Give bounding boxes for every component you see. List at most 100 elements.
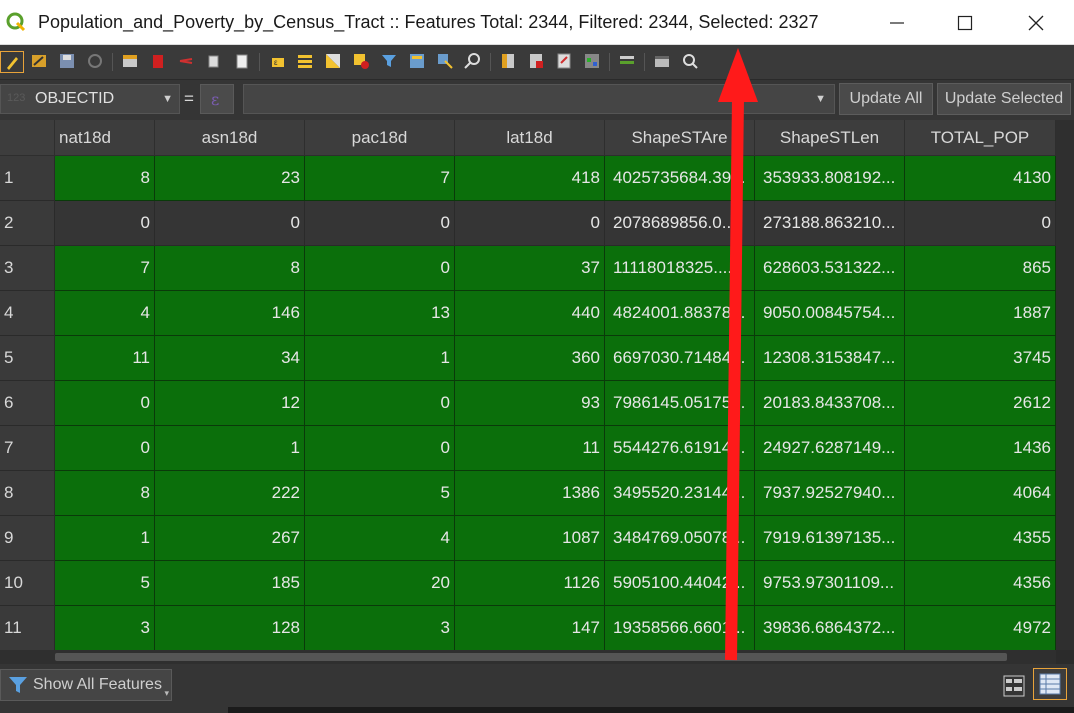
table-cell[interactable]: 1 [305,336,455,381]
column-header[interactable]: lat18d [455,120,605,156]
filter-icon[interactable] [381,53,397,69]
add-feature-icon[interactable] [122,53,138,69]
zoom-to-selection-icon[interactable] [464,53,480,69]
table-cell[interactable]: 4356 [905,561,1056,606]
table-cell[interactable]: 7 [55,246,155,291]
table-cell[interactable]: 440 [455,291,605,336]
table-cell[interactable]: 11118018325.... [605,246,755,291]
row-number[interactable]: 4 [0,291,55,336]
field-select[interactable]: 123 OBJECTID ▼ [0,84,180,114]
table-cell[interactable]: 9753.97301109... [755,561,905,606]
table-cell[interactable]: 3495520.23144... [605,471,755,516]
dock-icon[interactable] [654,53,670,69]
select-by-expression-icon[interactable]: ε [270,53,286,69]
actions-icon[interactable] [619,53,635,69]
table-row[interactable]: 4 4 146 13 440 4824001.88378... 9050.00845754.… [0,291,1056,336]
table-cell[interactable]: 4 [55,291,155,336]
table-cell[interactable]: 1 [55,516,155,561]
table-cell[interactable]: 0 [55,201,155,246]
table-cell[interactable]: 13 [305,291,455,336]
table-cell[interactable]: 12308.3153847... [755,336,905,381]
invert-selection-icon[interactable] [325,53,341,69]
table-row[interactable]: 11 3 128 3 147 19358566.6601... 39836.6864372.… [0,606,1056,650]
table-cell[interactable]: 4972 [905,606,1056,650]
horizontal-scrollbar[interactable] [0,650,1056,664]
table-cell[interactable]: 3745 [905,336,1056,381]
table-row[interactable]: 9 1 267 4 1087 3484769.05078... 7919.61397135.… [0,516,1056,561]
table-cell[interactable]: 1386 [455,471,605,516]
table-cell[interactable]: 4130 [905,156,1056,201]
row-number[interactable]: 7 [0,426,55,471]
table-cell[interactable]: 0 [455,201,605,246]
table-cell[interactable]: 418 [455,156,605,201]
table-cell[interactable]: 7919.61397135... [755,516,905,561]
expression-input[interactable]: ▼ [243,84,835,114]
table-cell[interactable]: 1126 [455,561,605,606]
table-cell[interactable]: 24927.6287149... [755,426,905,471]
table-cell[interactable]: 6697030.71484... [605,336,755,381]
form-view-button[interactable] [1001,673,1027,699]
deselect-icon[interactable] [353,53,369,69]
table-cell[interactable]: 2612 [905,381,1056,426]
vertical-scrollbar[interactable] [1056,120,1074,650]
table-cell[interactable]: 7 [305,156,455,201]
column-header[interactable]: pac18d [305,120,455,156]
move-selection-top-icon[interactable] [409,53,425,69]
table-cell[interactable]: 8 [155,246,305,291]
table-cell[interactable]: 8 [55,156,155,201]
column-header[interactable]: TOTAL_POP [905,120,1056,156]
column-header[interactable]: ShapeSTLen [755,120,905,156]
column-header[interactable]: nat18d [55,120,155,156]
table-row[interactable]: 8 8 222 5 1386 3495520.23144... 7937.92527940.… [0,471,1056,516]
table-cell[interactable]: 8 [55,471,155,516]
table-cell[interactable]: 4824001.88378... [605,291,755,336]
table-view-button[interactable] [1033,668,1067,700]
select-all-icon[interactable] [297,53,313,69]
table-cell[interactable]: 3 [305,606,455,650]
pan-to-selection-icon[interactable] [437,53,453,69]
table-cell[interactable]: 5 [55,561,155,606]
table-cell[interactable]: 93 [455,381,605,426]
table-cell[interactable]: 4 [305,516,455,561]
table-cell[interactable]: 20 [305,561,455,606]
table-cell[interactable]: 2078689856.0... [605,201,755,246]
table-cell[interactable]: 0 [305,201,455,246]
row-number[interactable]: 9 [0,516,55,561]
table-cell[interactable]: 23 [155,156,305,201]
table-cell[interactable]: 353933.808192... [755,156,905,201]
table-cell[interactable]: 1087 [455,516,605,561]
field-calculator-icon[interactable] [556,53,572,69]
row-number[interactable]: 11 [0,606,55,650]
row-number[interactable]: 6 [0,381,55,426]
table-cell[interactable]: 3484769.05078... [605,516,755,561]
table-cell[interactable]: 865 [905,246,1056,291]
table-cell[interactable]: 0 [305,381,455,426]
close-button[interactable] [1001,0,1071,45]
table-row[interactable]: 7 0 1 0 11 5544276.61914... 24927.6287149... 14… [0,426,1056,471]
table-cell[interactable]: 273188.863210... [755,201,905,246]
table-cell[interactable]: 128 [155,606,305,650]
table-cell[interactable]: 7986145.05175... [605,381,755,426]
update-selected-button[interactable]: Update Selected [937,83,1071,115]
table-cell[interactable]: 3 [55,606,155,650]
new-field-icon[interactable] [500,53,516,69]
row-number[interactable]: 10 [0,561,55,606]
cut-icon[interactable] [178,53,194,69]
expression-builder-button[interactable]: ε [200,84,234,114]
table-cell[interactable]: 0 [55,381,155,426]
table-cell[interactable]: 267 [155,516,305,561]
delete-feature-icon[interactable] [150,53,166,69]
table-row[interactable]: 2 0 0 0 0 2078689856.0... 273188.863210... 0 [0,201,1056,246]
table-cell[interactable]: 0 [155,201,305,246]
table-cell[interactable]: 37 [455,246,605,291]
table-cell[interactable]: 20183.8433708... [755,381,905,426]
table-cell[interactable]: 146 [155,291,305,336]
row-number[interactable]: 2 [0,201,55,246]
table-row[interactable]: 3 7 8 0 37 11118018325.... 628603.531322... 865 [0,246,1056,291]
table-cell[interactable]: 5 [305,471,455,516]
table-cell[interactable]: 5544276.61914... [605,426,755,471]
column-header[interactable]: asn18d [155,120,305,156]
table-cell[interactable]: 11 [55,336,155,381]
table-cell[interactable]: 360 [455,336,605,381]
table-row[interactable]: 6 0 12 0 93 7986145.05175... 20183.8433708... 2… [0,381,1056,426]
